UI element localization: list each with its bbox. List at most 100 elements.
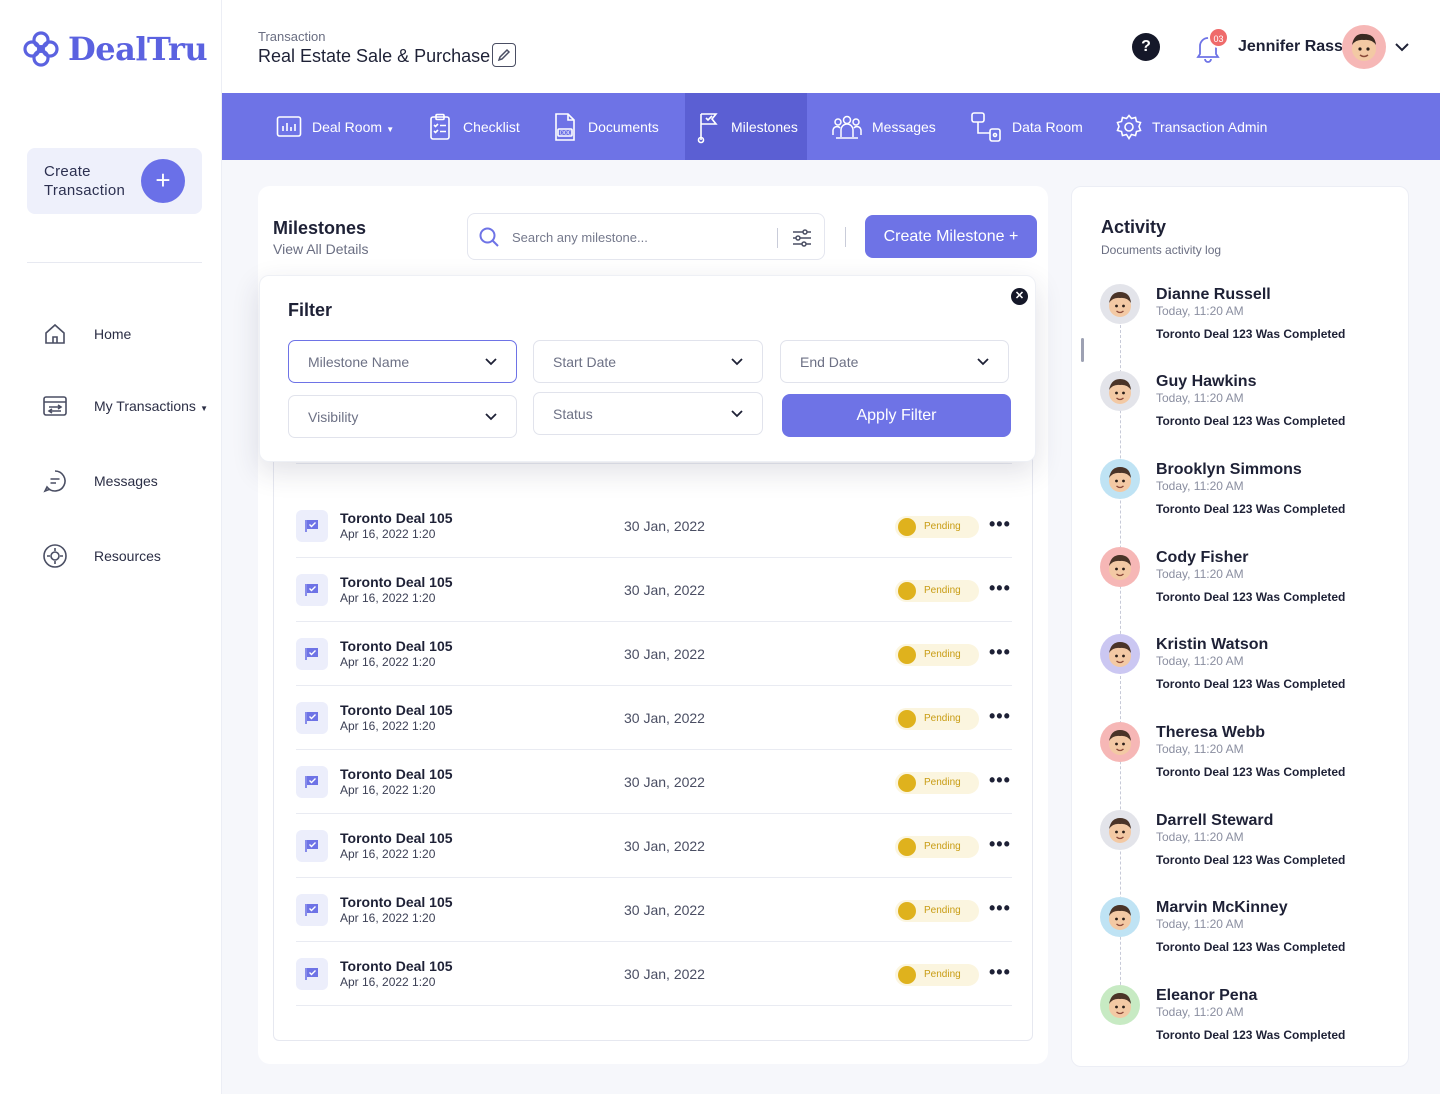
visibility-select[interactable]: Visibility	[288, 395, 517, 438]
avatar	[1100, 985, 1140, 1025]
tab-label: Transaction Admin	[1152, 118, 1268, 135]
more-options-icon[interactable]: •••	[989, 514, 1011, 535]
more-options-icon[interactable]: •••	[989, 898, 1011, 919]
more-options-icon[interactable]: •••	[989, 770, 1011, 791]
more-options-icon[interactable]: •••	[989, 578, 1011, 599]
divider	[777, 228, 778, 248]
avatar	[1100, 634, 1140, 674]
activity-message: Toronto Deal 123 Was Completed	[1156, 677, 1346, 691]
status-label: Pending	[924, 841, 961, 852]
activity-time: Today, 11:20 AM	[1156, 830, 1244, 844]
activity-item[interactable]: Eleanor Pena Today, 11:20 AM Toronto Deal …	[1100, 985, 1400, 1065]
start-date-select[interactable]: Start Date	[533, 340, 763, 383]
create-milestone-button[interactable]: Create Milestone +	[865, 215, 1037, 258]
tab-checklist[interactable]: Checklist	[427, 93, 520, 160]
edit-title-button[interactable]	[492, 43, 516, 67]
sidebar-item-home[interactable]: Home	[42, 321, 131, 347]
sidebar-item-label: Resources	[94, 548, 161, 564]
avatar[interactable]	[1342, 25, 1386, 69]
milestone-name: Toronto Deal 105	[340, 830, 453, 846]
activity-user-name: Brooklyn Simmons	[1156, 461, 1302, 478]
filter-settings-icon[interactable]	[791, 227, 813, 249]
tab-milestones[interactable]: Milestones	[685, 93, 807, 160]
table-row[interactable]: Toronto Deal 105Apr 16, 2022 1:20 30 Jan,…	[296, 878, 1012, 942]
activity-user-name: Marvin McKinney	[1156, 899, 1288, 916]
tab-transaction-admin[interactable]: Transaction Admin	[1116, 93, 1267, 160]
tab-deal-room[interactable]: Deal Room ▼	[276, 93, 394, 160]
activity-message: Toronto Deal 123 Was Completed	[1156, 853, 1346, 867]
activity-item[interactable]: Brooklyn Simmons Today, 11:20 AM Toronto D…	[1100, 459, 1400, 539]
end-date-select[interactable]: End Date	[780, 340, 1009, 383]
divider	[845, 227, 846, 247]
search-input[interactable]: Search any milestone...	[512, 230, 648, 245]
milestone-created: Apr 16, 2022 1:20	[340, 783, 436, 797]
tab-data-room[interactable]: Data Room	[970, 93, 1083, 160]
sidebar-item-resources[interactable]: Resources	[42, 543, 161, 569]
status-dot	[898, 518, 916, 536]
chevron-down-icon	[485, 413, 497, 421]
apply-filter-button[interactable]: Apply Filter	[782, 394, 1011, 437]
user-name[interactable]: Jennifer Rass	[1238, 38, 1343, 56]
table-row[interactable]: Toronto Deal 105Apr 16, 2022 1:20 30 Jan,…	[296, 558, 1012, 622]
create-transaction-card[interactable]: Create Transaction +	[27, 148, 202, 214]
milestone-flag-icon	[296, 638, 328, 670]
milestone-due-date: 30 Jan, 2022	[624, 902, 705, 918]
table-row[interactable]: Toronto Deal 105Apr 16, 2022 1:20 30 Jan,…	[296, 814, 1012, 878]
tab-messages[interactable]: Messages	[832, 93, 936, 160]
create-transaction-label: Create Transaction	[44, 163, 126, 199]
flag-icon	[695, 112, 721, 143]
close-icon[interactable]: ✕	[1011, 288, 1028, 305]
chevron-down-icon[interactable]	[1394, 40, 1410, 54]
status-select[interactable]: Status	[533, 392, 763, 435]
activity-title: Activity	[1101, 217, 1167, 237]
doc-icon: DOC	[552, 112, 578, 142]
milestone-due-date: 30 Jan, 2022	[624, 774, 705, 790]
milestone-name: Toronto Deal 105	[340, 894, 453, 910]
more-options-icon[interactable]: •••	[989, 834, 1011, 855]
activity-item[interactable]: Cody Fisher Today, 11:20 AM Toronto Deal 1…	[1100, 547, 1400, 627]
status-dot	[898, 966, 916, 984]
more-options-icon[interactable]: •••	[989, 706, 1011, 727]
activity-item[interactable]: Theresa Webb Today, 11:20 AM Toronto Deal …	[1100, 722, 1400, 802]
activity-message: Toronto Deal 123 Was Completed	[1156, 327, 1346, 341]
help-button[interactable]: ?	[1132, 33, 1160, 61]
table-row[interactable]: Toronto Deal 105Apr 16, 2022 1:20 30 Jan,…	[296, 942, 1012, 1006]
milestone-created: Apr 16, 2022 1:20	[340, 591, 436, 605]
table-row[interactable]: Toronto Deal 105Apr 16, 2022 1:20 30 Jan,…	[296, 750, 1012, 814]
more-options-icon[interactable]: •••	[989, 962, 1011, 983]
more-options-icon[interactable]: •••	[989, 642, 1011, 663]
status-badge: Pending	[895, 836, 979, 858]
milestone-name-select[interactable]: Milestone Name	[288, 340, 517, 383]
table-row[interactable]: Toronto Deal 105Apr 16, 2022 1:20 30 Jan,…	[296, 494, 1012, 558]
status-dot	[898, 646, 916, 664]
activity-time: Today, 11:20 AM	[1156, 917, 1244, 931]
status-label: Pending	[924, 521, 961, 532]
activity-item[interactable]: Dianne Russell Today, 11:20 AM Toronto Dea…	[1100, 284, 1400, 364]
activity-item[interactable]: Darrell Steward Today, 11:20 AM Toronto De…	[1100, 810, 1400, 890]
scrollbar[interactable]	[1081, 338, 1084, 362]
activity-item[interactable]: Marvin McKinney Today, 11:20 AM Toronto De…	[1100, 897, 1400, 977]
milestone-created: Apr 16, 2022 1:20	[340, 911, 436, 925]
status-badge: Pending	[895, 644, 979, 666]
resources-icon	[42, 543, 68, 569]
logo[interactable]: DealTru	[22, 30, 208, 68]
status-badge: Pending	[895, 964, 979, 986]
data-room-icon	[970, 111, 1002, 142]
table-row[interactable]: Toronto Deal 105Apr 16, 2022 1:20 30 Jan,…	[296, 622, 1012, 686]
search-icon	[479, 227, 499, 247]
sidebar-item-my-transactions[interactable]: My Transactions ▼	[42, 393, 208, 419]
milestone-due-date: 30 Jan, 2022	[624, 518, 705, 534]
activity-item[interactable]: Kristin Watson Today, 11:20 AM Toronto Dea…	[1100, 634, 1400, 714]
table-row[interactable]: Toronto Deal 105Apr 16, 2022 1:20 30 Jan,…	[296, 686, 1012, 750]
breadcrumb: Transaction	[258, 29, 326, 44]
tab-label: Checklist	[463, 118, 520, 135]
chat-icon	[42, 468, 68, 494]
create-transaction-button[interactable]: +	[141, 159, 185, 203]
sidebar-item-messages[interactable]: Messages	[42, 468, 158, 494]
tab-documents[interactable]: DOC Documents	[552, 93, 659, 160]
select-value: Milestone Name	[308, 354, 410, 370]
activity-item[interactable]: Guy Hawkins Today, 11:20 AM Toronto Deal 1…	[1100, 371, 1400, 451]
section-subtitle[interactable]: View All Details	[273, 241, 368, 257]
activity-time: Today, 11:20 AM	[1156, 1005, 1244, 1019]
status-dot	[898, 774, 916, 792]
